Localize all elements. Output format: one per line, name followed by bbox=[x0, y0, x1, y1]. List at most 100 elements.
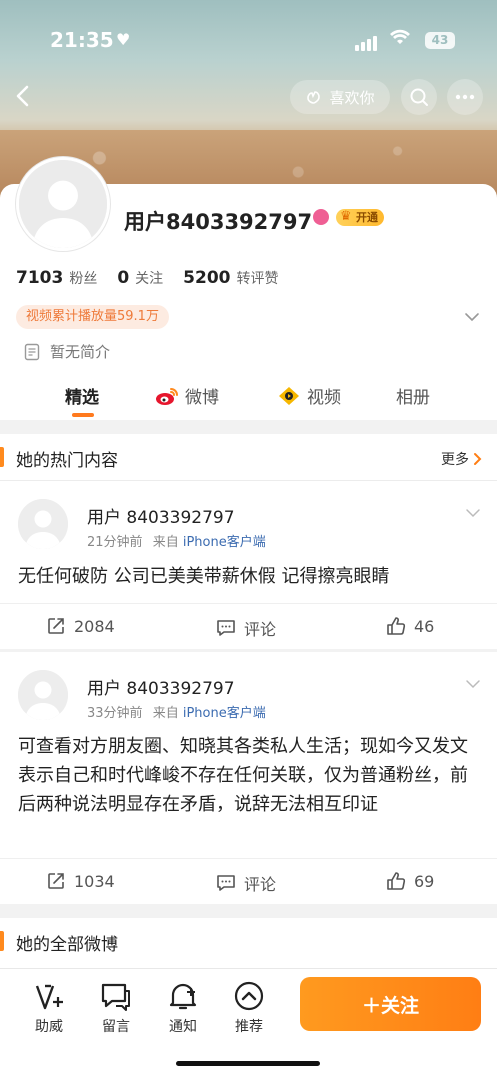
post-meta: 21分钟前 来自 iPhone客户端 bbox=[87, 531, 266, 550]
bottom-item-label: 推荐 bbox=[235, 1019, 263, 1035]
tab-label: 微博 bbox=[185, 388, 219, 408]
bio-text: 暂无简介 bbox=[50, 343, 111, 361]
wifi-icon bbox=[389, 28, 411, 51]
battery-icon: 43 bbox=[425, 32, 455, 49]
vip-open-badge[interactable]: 开通 bbox=[336, 208, 384, 226]
more-link[interactable]: 更多 bbox=[441, 449, 483, 469]
comment-label: 评论 bbox=[244, 875, 277, 894]
stat-value: 7103 bbox=[16, 268, 64, 288]
profile-username: 用户8403392797 bbox=[124, 210, 313, 234]
post-avatar[interactable] bbox=[18, 499, 68, 549]
active-tab-indicator bbox=[72, 413, 94, 417]
post-text[interactable]: 无任何破防 公司已美美带薪休假 记得擦亮眼睛 bbox=[18, 562, 479, 591]
divider bbox=[0, 968, 497, 969]
chevron-left-icon bbox=[16, 85, 29, 107]
divider bbox=[0, 904, 497, 918]
section-accent-bar bbox=[0, 447, 4, 467]
repost-count: 2084 bbox=[74, 616, 115, 636]
stat-label: 关注 bbox=[135, 271, 164, 287]
chevron-down-icon[interactable] bbox=[465, 505, 481, 521]
signal-icon bbox=[355, 32, 379, 51]
divider bbox=[0, 420, 497, 434]
stat-followers[interactable]: 7103 粉丝 bbox=[16, 268, 97, 288]
post-from: 来自 bbox=[152, 706, 179, 721]
cheer-v-plus-icon bbox=[35, 984, 63, 1010]
post-time: 21分钟前 bbox=[87, 535, 143, 550]
video-icon bbox=[279, 386, 299, 405]
follow-button[interactable]: ＋关注 bbox=[300, 977, 481, 1031]
default-avatar-icon bbox=[19, 160, 107, 248]
comment-button[interactable]: 评论 bbox=[216, 616, 276, 640]
stat-following[interactable]: 0 关注 bbox=[117, 268, 163, 288]
recommend-button[interactable]: 推荐 bbox=[224, 980, 274, 1036]
like-count: 46 bbox=[414, 616, 435, 636]
video-plays-badge: 视频累计播放量59.1万 bbox=[16, 305, 169, 329]
tab-album[interactable]: 相册 bbox=[396, 383, 430, 408]
like-you-label: 喜欢你 bbox=[329, 88, 375, 107]
default-avatar-icon bbox=[18, 670, 68, 720]
post-avatar[interactable] bbox=[18, 670, 68, 720]
avatar[interactable] bbox=[16, 157, 110, 251]
message-icon bbox=[101, 983, 130, 1011]
chevron-down-icon[interactable] bbox=[465, 676, 481, 692]
notify-button[interactable]: 通知 bbox=[158, 980, 208, 1036]
post-actions: 1034 评论 69 bbox=[0, 858, 497, 904]
post-actions: 2084 评论 46 bbox=[0, 603, 497, 649]
like-button[interactable]: 69 bbox=[386, 871, 434, 891]
stat-value: 0 bbox=[117, 268, 130, 288]
post-meta: 33分钟前 来自 iPhone客户端 bbox=[87, 702, 266, 721]
more-label: 更多 bbox=[441, 452, 469, 468]
stat-value: 5200 bbox=[183, 268, 231, 288]
tab-label: 视频 bbox=[307, 388, 341, 408]
hand-heart-icon bbox=[307, 91, 321, 104]
post-source[interactable]: iPhone客户端 bbox=[183, 706, 266, 721]
home-indicator bbox=[176, 1061, 320, 1066]
post-text[interactable]: 可查看对方朋友圈、知晓其各类私人生活；现如今又发文表示自己和时代峰峻不存在任何关… bbox=[18, 732, 479, 819]
comment-icon bbox=[217, 620, 235, 636]
document-icon bbox=[24, 343, 40, 360]
stat-reposts-likes[interactable]: 5200 转评赞 bbox=[183, 268, 278, 288]
all-weibo-header: 她的全部微博 bbox=[0, 918, 497, 968]
cheer-button[interactable]: 助威 bbox=[24, 980, 74, 1036]
tab-weibo[interactable]: 微博 bbox=[155, 383, 219, 408]
bottom-item-label: 通知 bbox=[169, 1019, 197, 1035]
stat-label: 转评赞 bbox=[236, 271, 279, 287]
post-card[interactable]: 用户 8403392797 21分钟前 来自 iPhone客户端 无任何破防 公… bbox=[0, 481, 497, 649]
like-button[interactable]: 46 bbox=[386, 616, 434, 636]
tab-featured[interactable]: 精选 bbox=[65, 383, 99, 408]
repost-count: 1034 bbox=[74, 871, 115, 891]
bottom-item-label: 助威 bbox=[35, 1019, 63, 1035]
thumbs-up-icon bbox=[387, 872, 406, 890]
tab-label: 精选 bbox=[65, 388, 99, 408]
search-icon bbox=[410, 88, 428, 106]
bell-plus-icon bbox=[169, 983, 197, 1010]
back-button[interactable] bbox=[12, 84, 36, 108]
post-source[interactable]: iPhone客户端 bbox=[183, 535, 266, 550]
message-button[interactable]: 留言 bbox=[91, 980, 141, 1036]
stat-label: 粉丝 bbox=[69, 271, 98, 287]
repost-icon bbox=[48, 618, 64, 634]
like-count: 69 bbox=[414, 871, 435, 891]
comment-icon bbox=[217, 875, 235, 891]
chevron-down-icon[interactable] bbox=[463, 308, 481, 326]
repost-button[interactable]: 1034 bbox=[46, 871, 115, 891]
hot-content-header: 她的热门内容 更多 bbox=[0, 434, 497, 480]
heart-icon: ♥ bbox=[116, 30, 131, 49]
comment-button[interactable]: 评论 bbox=[216, 871, 276, 895]
post-author[interactable]: 用户 8403392797 bbox=[87, 503, 235, 528]
tab-video[interactable]: 视频 bbox=[277, 383, 341, 408]
comment-label: 评论 bbox=[244, 620, 277, 639]
repost-button[interactable]: 2084 bbox=[46, 616, 115, 636]
search-button[interactable] bbox=[401, 79, 437, 115]
post-author[interactable]: 用户 8403392797 bbox=[87, 674, 235, 699]
section-accent-bar bbox=[0, 931, 4, 951]
hot-content-title: 她的热门内容 bbox=[16, 451, 118, 471]
more-options-button[interactable] bbox=[447, 79, 483, 115]
member-badge-icon[interactable] bbox=[313, 209, 329, 225]
more-dots-icon bbox=[455, 94, 475, 100]
post-card[interactable]: 用户 8403392797 33分钟前 来自 iPhone客户端 可查看对方朋友… bbox=[0, 652, 497, 904]
post-time: 33分钟前 bbox=[87, 706, 143, 721]
weibo-icon bbox=[156, 387, 178, 405]
status-time: 21:35 bbox=[50, 28, 114, 52]
like-you-button[interactable]: 喜欢你 bbox=[290, 80, 390, 114]
